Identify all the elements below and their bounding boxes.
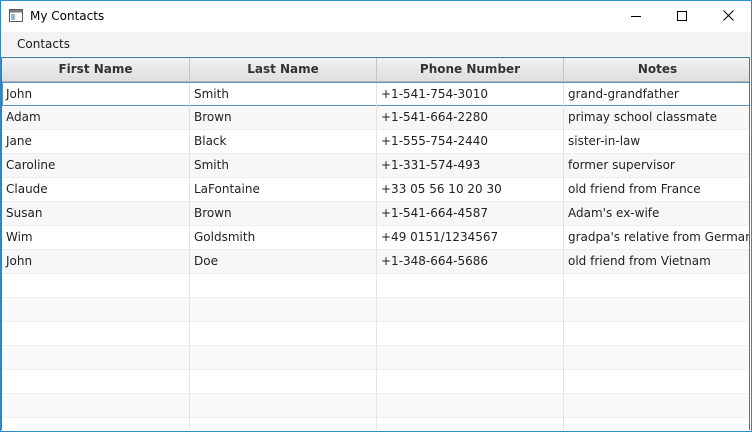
contacts-table[interactable]: First Name Last Name Phone Number Notes … [1,57,750,430]
maximize-button[interactable] [659,1,705,32]
empty-cell [564,346,749,370]
empty-cell [190,418,377,430]
column-header-notes[interactable]: Notes [564,58,749,81]
cell-notes[interactable]: old friend from France [564,178,749,201]
empty-cell [377,274,564,298]
cell-last-name[interactable]: Doe [190,250,377,273]
cell-last-name[interactable]: Black [190,130,377,153]
close-icon [722,9,734,24]
empty-cell [564,418,749,430]
table-row[interactable]: John Doe +1-348-664-5686 old friend from Vi… [2,250,749,274]
cell-last-name[interactable]: Brown [190,202,377,225]
minimize-button[interactable] [613,1,659,32]
empty-cell [377,370,564,394]
close-button[interactable] [705,1,751,32]
empty-row [2,322,749,346]
table-header: First Name Last Name Phone Number Notes [2,58,749,82]
table-row[interactable]: Jane Black +1-555-754-2440 sister-in-law [2,130,749,154]
empty-cell [377,322,564,346]
empty-cell [190,394,377,418]
empty-cell [377,346,564,370]
menu-contacts[interactable]: Contacts [10,34,77,54]
empty-cell [2,346,190,370]
cell-phone-number[interactable]: +1-541-754-3010 [377,83,564,106]
cell-notes[interactable]: sister-in-law [564,130,749,153]
empty-cell [377,394,564,418]
empty-cell [190,274,377,298]
maximize-icon [677,10,687,24]
empty-cell [2,322,190,346]
title-bar[interactable]: My Contacts [1,1,751,32]
cell-first-name[interactable]: John [2,83,190,106]
table-row[interactable]: Claude LaFontaine +33 05 56 10 20 30 old fr… [2,178,749,202]
empty-cell [2,274,190,298]
table-row[interactable]: Wim Goldsmith +49 0151/1234567 gradpa's rel… [2,226,749,250]
empty-row [2,370,749,394]
menu-bar: Contacts [1,32,751,56]
cell-notes[interactable]: grand-grandfather [564,83,749,106]
cell-phone-number[interactable]: +1-541-664-2280 [377,106,564,129]
empty-row [2,418,749,430]
table-row[interactable]: John Smith +1-541-754-3010 grand-grandfathe… [2,82,749,106]
empty-cell [564,274,749,298]
empty-cell [564,322,749,346]
empty-cell [377,298,564,322]
cell-phone-number[interactable]: +1-331-574-493 [377,154,564,177]
cell-last-name[interactable]: Smith [190,83,377,106]
cell-notes[interactable]: primay school classmate [564,106,749,129]
cell-phone-number[interactable]: +49 0151/1234567 [377,226,564,249]
cell-first-name[interactable]: Adam [2,106,190,129]
cell-last-name[interactable]: Brown [190,106,377,129]
cell-phone-number[interactable]: +1-541-664-4587 [377,202,564,225]
cell-first-name[interactable]: John [2,250,190,273]
empty-row [2,298,749,322]
empty-row [2,274,749,298]
table-row[interactable]: Adam Brown +1-541-664-2280 primay school cl… [2,106,749,130]
cell-first-name[interactable]: Claude [2,178,190,201]
column-header-first-name[interactable]: First Name [2,58,190,81]
empty-cell [2,298,190,322]
empty-row [2,394,749,418]
empty-cell [564,394,749,418]
empty-cell [564,370,749,394]
column-header-phone-number[interactable]: Phone Number [377,58,564,81]
table-row[interactable]: Caroline Smith +1-331-574-493 former superv… [2,154,749,178]
empty-cell [190,298,377,322]
empty-cell [190,346,377,370]
table-row[interactable]: Susan Brown +1-541-664-4587 Adam's ex-wife [2,202,749,226]
empty-cell [190,370,377,394]
cell-phone-number[interactable]: +1-348-664-5686 [377,250,564,273]
cell-notes[interactable]: gradpa's relative from Germany [564,226,749,249]
column-header-last-name[interactable]: Last Name [190,58,377,81]
cell-last-name[interactable]: Goldsmith [190,226,377,249]
cell-last-name[interactable]: Smith [190,154,377,177]
cell-last-name[interactable]: LaFontaine [190,178,377,201]
empty-cell [564,298,749,322]
cell-notes[interactable]: former supervisor [564,154,749,177]
cell-notes[interactable]: old friend from Vietnam [564,250,749,273]
app-window: My Contacts Contacts First Name Last Nam… [0,0,752,432]
empty-cell [2,418,190,430]
empty-cell [2,370,190,394]
minimize-icon [631,10,641,24]
empty-cell [2,394,190,418]
cell-notes[interactable]: Adam's ex-wife [564,202,749,225]
cell-first-name[interactable]: Jane [2,130,190,153]
cell-first-name[interactable]: Wim [2,226,190,249]
cell-first-name[interactable]: Susan [2,202,190,225]
empty-cell [190,322,377,346]
cell-phone-number[interactable]: +33 05 56 10 20 30 [377,178,564,201]
window-title: My Contacts [30,9,105,23]
empty-row [2,346,749,370]
app-window-icon [9,9,23,22]
cell-phone-number[interactable]: +1-555-754-2440 [377,130,564,153]
empty-cell [377,418,564,430]
cell-first-name[interactable]: Caroline [2,154,190,177]
